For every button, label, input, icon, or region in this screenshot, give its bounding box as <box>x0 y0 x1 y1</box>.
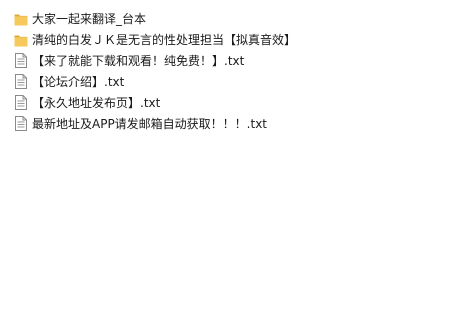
item-name: 清纯的白发ＪＫ是无言的性处理担当【拟真音效】 <box>32 32 297 47</box>
file-list-item-text-file[interactable]: 最新地址及APP请发邮箱自动获取！！！.txt <box>14 113 476 134</box>
text-file-icon <box>14 53 28 69</box>
text-file-icon <box>14 116 28 132</box>
file-list-item-text-file[interactable]: 【来了就能下载和观看！纯免费！】.txt <box>14 50 476 71</box>
item-name: 【论坛介绍】.txt <box>32 74 125 89</box>
item-name: 大家一起来翻译_台本 <box>32 11 147 26</box>
item-name: 【永久地址发布页】.txt <box>32 95 161 110</box>
text-file-icon <box>14 95 28 111</box>
file-list-item-folder[interactable]: 大家一起来翻译_台本 <box>14 8 476 29</box>
file-list-item-text-file[interactable]: 【论坛介绍】.txt <box>14 71 476 92</box>
folder-icon <box>14 11 28 27</box>
item-name: 【来了就能下载和观看！纯免费！】.txt <box>32 53 245 68</box>
file-list-item-folder[interactable]: 清纯的白发ＪＫ是无言的性处理担当【拟真音效】 <box>14 29 476 50</box>
text-file-icon <box>14 74 28 90</box>
item-name: 最新地址及APP请发邮箱自动获取！！！.txt <box>32 116 268 131</box>
file-list: 大家一起来翻译_台本 清纯的白发ＪＫ是无言的性处理担当【拟真音效】 【来了就能下… <box>0 0 476 313</box>
file-list-item-text-file[interactable]: 【永久地址发布页】.txt <box>14 92 476 113</box>
folder-icon <box>14 32 28 48</box>
